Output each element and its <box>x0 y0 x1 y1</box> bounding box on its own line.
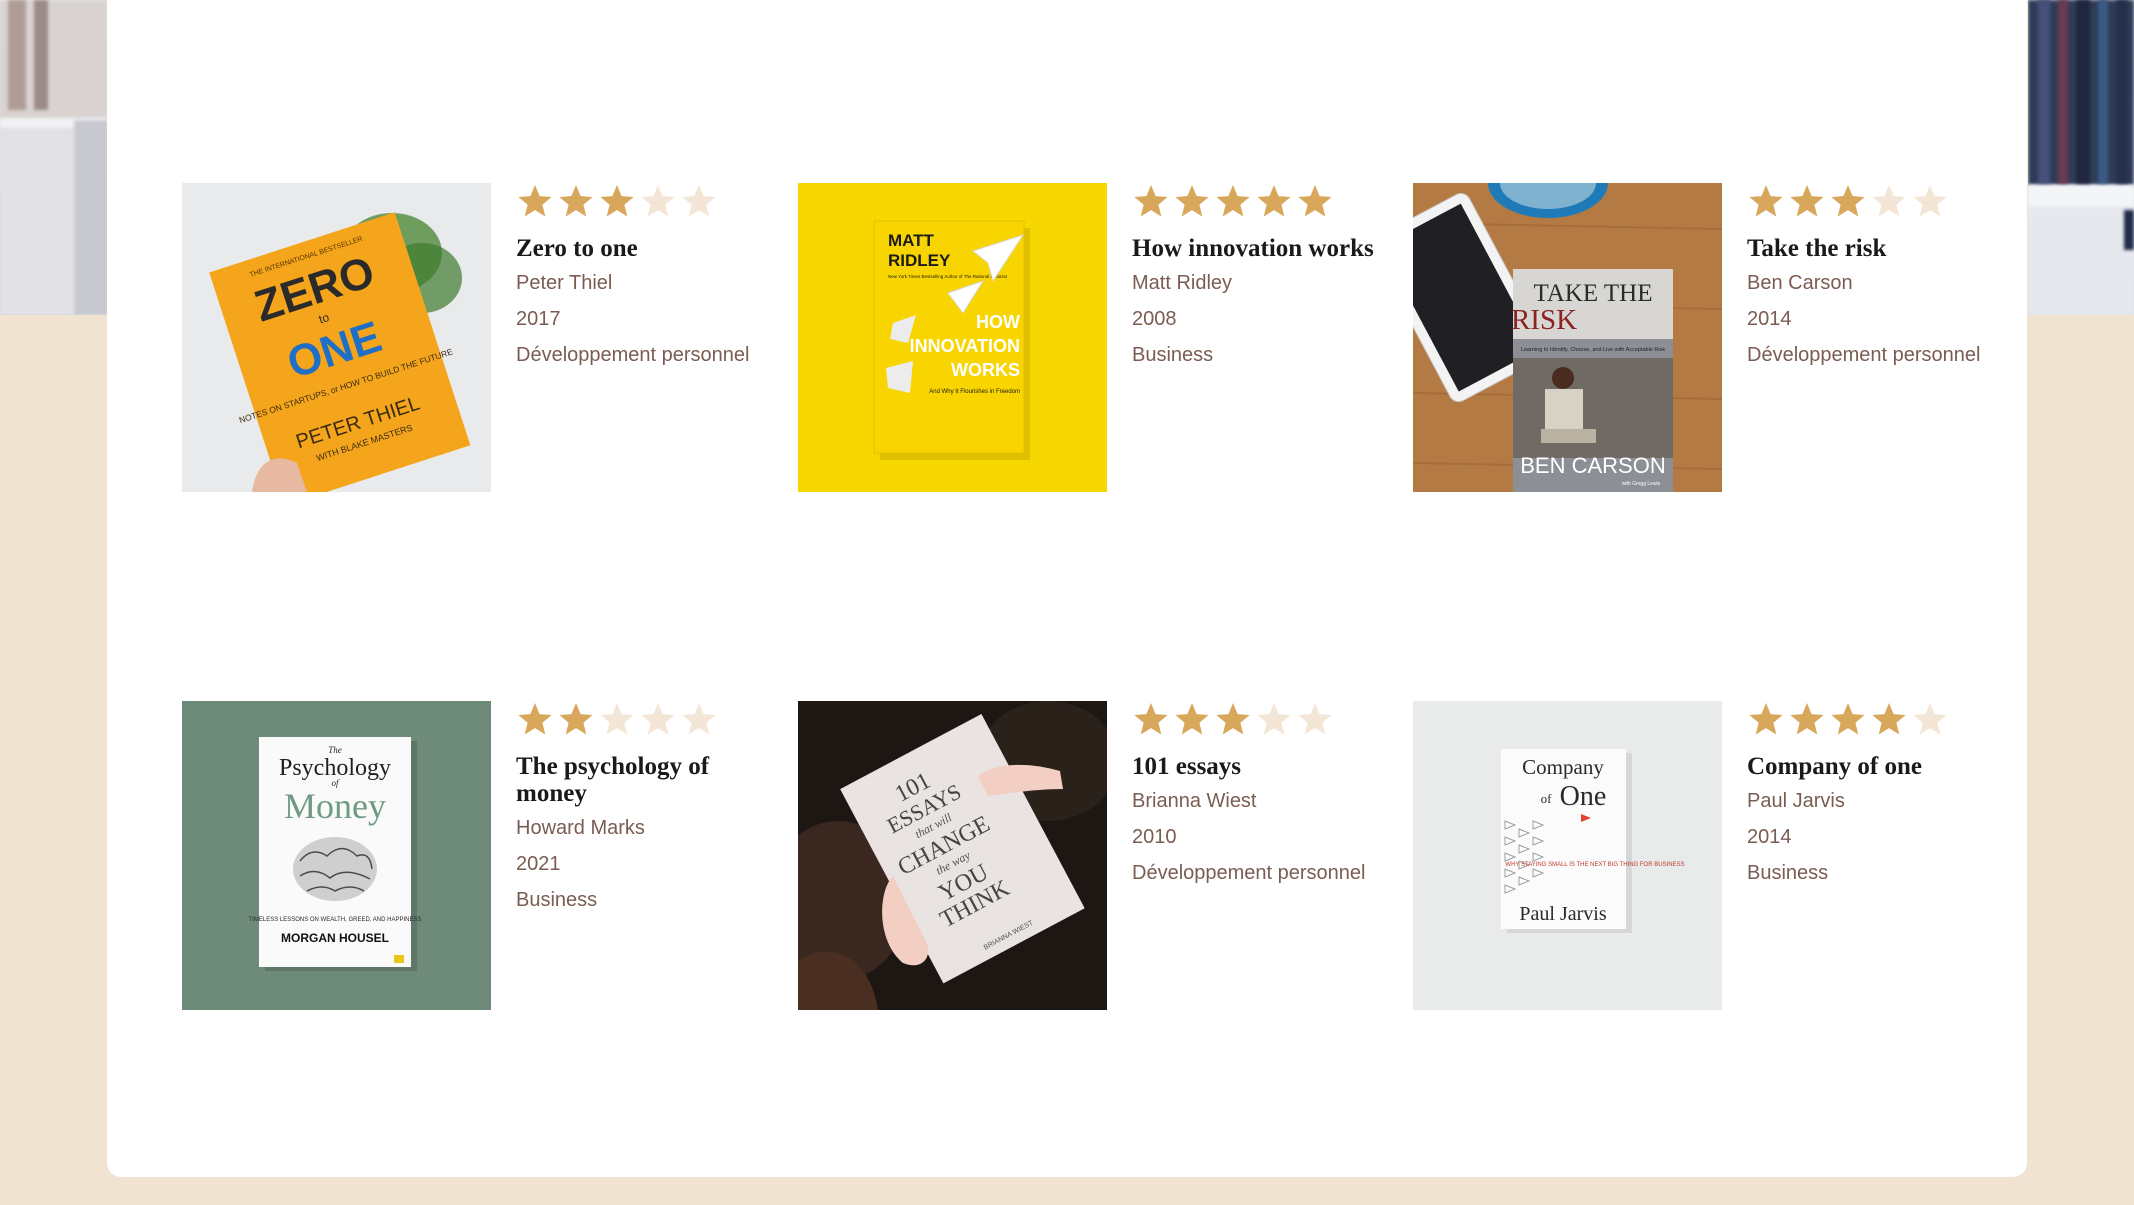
background-bookshelf-left <box>0 0 108 315</box>
book-category: Business <box>1747 862 1829 884</box>
book-title[interactable]: How innovation works <box>1132 235 1377 262</box>
book-year: 2014 <box>1747 826 1792 848</box>
star-icon <box>1175 703 1209 735</box>
star-icon <box>559 703 593 735</box>
star-icon <box>1257 185 1291 217</box>
book-title[interactable]: Take the risk <box>1747 235 1992 262</box>
book-author: Paul Jarvis <box>1747 790 1845 812</box>
star-icon <box>1749 185 1783 217</box>
rating-stars <box>1132 183 1377 221</box>
book-author: Peter Thiel <box>516 272 613 294</box>
star-icon <box>600 703 634 735</box>
book-item[interactable]: TAKE THE RISK Learning to Identify, Choo… <box>1413 183 1993 493</box>
svg-text:One: One <box>1560 781 1607 812</box>
book-category: Business <box>1132 344 1214 366</box>
book-year: 2008 <box>1132 308 1177 330</box>
book-category: Développement personnel <box>516 344 750 366</box>
star-icon <box>1831 185 1865 217</box>
svg-text:INNOVATION: INNOVATION <box>910 336 1020 356</box>
rating-stars <box>1747 701 1992 739</box>
star-icon <box>1216 185 1250 217</box>
star-icon <box>1749 703 1783 735</box>
star-icon <box>1257 703 1291 735</box>
star-icon <box>1790 185 1824 217</box>
svg-text:WHY STAYING SMALL IS THE NEXT: WHY STAYING SMALL IS THE NEXT BIG THING … <box>1505 862 1684 868</box>
svg-text:RIDLEY: RIDLEY <box>888 251 951 270</box>
svg-text:RISK: RISK <box>1511 304 1577 336</box>
star-icon <box>1831 703 1865 735</box>
star-icon <box>1134 703 1168 735</box>
rating-stars <box>516 183 761 221</box>
book-author: Ben Carson <box>1747 272 1853 294</box>
svg-text:TIMELESS LESSONS ON WEALTH, GR: TIMELESS LESSONS ON WEALTH, GREED, AND H… <box>249 917 422 923</box>
book-title[interactable]: 101 essays <box>1132 753 1377 780</box>
svg-text:TAKE THE: TAKE THE <box>1533 280 1652 307</box>
book-year: 2014 <box>1747 308 1792 330</box>
star-icon <box>1790 703 1824 735</box>
svg-text:BEN CARSON: BEN CARSON <box>1520 453 1665 478</box>
star-icon <box>682 703 716 735</box>
star-icon <box>641 185 675 217</box>
svg-text:Money: Money <box>284 786 386 826</box>
star-icon <box>600 185 634 217</box>
book-category: Business <box>516 889 598 911</box>
book-title[interactable]: Zero to one <box>516 235 761 262</box>
book-year: 2010 <box>1132 826 1177 848</box>
star-icon <box>559 185 593 217</box>
book-title[interactable]: The psychology of money <box>516 753 761 807</box>
book-cover-image[interactable]: 101 ESSAYS that will CHANGE the way YOU … <box>798 701 1107 1010</box>
star-icon <box>1872 703 1906 735</box>
svg-text:The: The <box>328 745 342 755</box>
star-icon <box>1175 185 1209 217</box>
svg-text:Paul Jarvis: Paul Jarvis <box>1519 903 1606 925</box>
star-icon <box>641 703 675 735</box>
svg-text:WORKS: WORKS <box>951 360 1020 380</box>
book-cover-image[interactable]: TAKE THE RISK Learning to Identify, Choo… <box>1413 183 1722 492</box>
book-item[interactable]: MATT RIDLEY New York Times Bestselling A… <box>798 183 1378 493</box>
rating-stars <box>1132 701 1377 739</box>
star-icon <box>1913 703 1947 735</box>
star-icon <box>518 703 552 735</box>
svg-text:Company: Company <box>1522 755 1604 779</box>
svg-text:of: of <box>1541 791 1553 806</box>
book-cover-image[interactable]: THE INTERNATIONAL BESTSELLER ZERO to ONE… <box>182 183 491 492</box>
book-item[interactable]: 101 ESSAYS that will CHANGE the way YOU … <box>798 701 1378 1011</box>
book-cover-image[interactable]: Company of One WHY STAYING SMALL IS THE … <box>1413 701 1722 1010</box>
rating-stars <box>1747 183 1992 221</box>
book-author: Brianna Wiest <box>1132 790 1257 812</box>
book-category: Développement personnel <box>1132 862 1366 884</box>
svg-text:MORGAN HOUSEL: MORGAN HOUSEL <box>281 931 389 945</box>
star-icon <box>1216 703 1250 735</box>
book-item[interactable]: THE INTERNATIONAL BESTSELLER ZERO to ONE… <box>182 183 762 493</box>
background-bookshelf-right <box>2028 0 2134 315</box>
rating-stars <box>516 701 761 739</box>
star-icon <box>518 185 552 217</box>
svg-text:MATT: MATT <box>888 231 935 250</box>
book-item[interactable]: Company of One WHY STAYING SMALL IS THE … <box>1413 701 1993 1011</box>
book-year: 2017 <box>516 308 561 330</box>
book-year: 2021 <box>516 853 561 875</box>
star-icon <box>1298 703 1332 735</box>
svg-text:HOW: HOW <box>976 312 1020 332</box>
book-item[interactable]: The Psychology of Money TIMELESS LESSONS… <box>182 701 762 1011</box>
star-icon <box>682 185 716 217</box>
svg-text:with Gregg Lewis: with Gregg Lewis <box>1622 481 1661 487</box>
book-author: Matt Ridley <box>1132 272 1233 294</box>
book-catalog-card: THE INTERNATIONAL BESTSELLER ZERO to ONE… <box>107 0 2027 1177</box>
book-cover-image[interactable]: MATT RIDLEY New York Times Bestselling A… <box>798 183 1107 492</box>
book-category: Développement personnel <box>1747 344 1981 366</box>
book-author: Howard Marks <box>516 817 645 839</box>
book-title[interactable]: Company of one <box>1747 753 1992 780</box>
star-icon <box>1298 185 1332 217</box>
star-icon <box>1134 185 1168 217</box>
book-cover-image[interactable]: The Psychology of Money TIMELESS LESSONS… <box>182 701 491 1010</box>
svg-text:New York Times Bestselling Aut: New York Times Bestselling Author of The… <box>888 274 1008 279</box>
svg-text:Learning to Identify, Choose,: Learning to Identify, Choose, and Live w… <box>1521 347 1665 353</box>
star-icon <box>1913 185 1947 217</box>
star-icon <box>1872 185 1906 217</box>
svg-text:And Why It Flourishes in Freed: And Why It Flourishes in Freedom <box>929 389 1020 395</box>
